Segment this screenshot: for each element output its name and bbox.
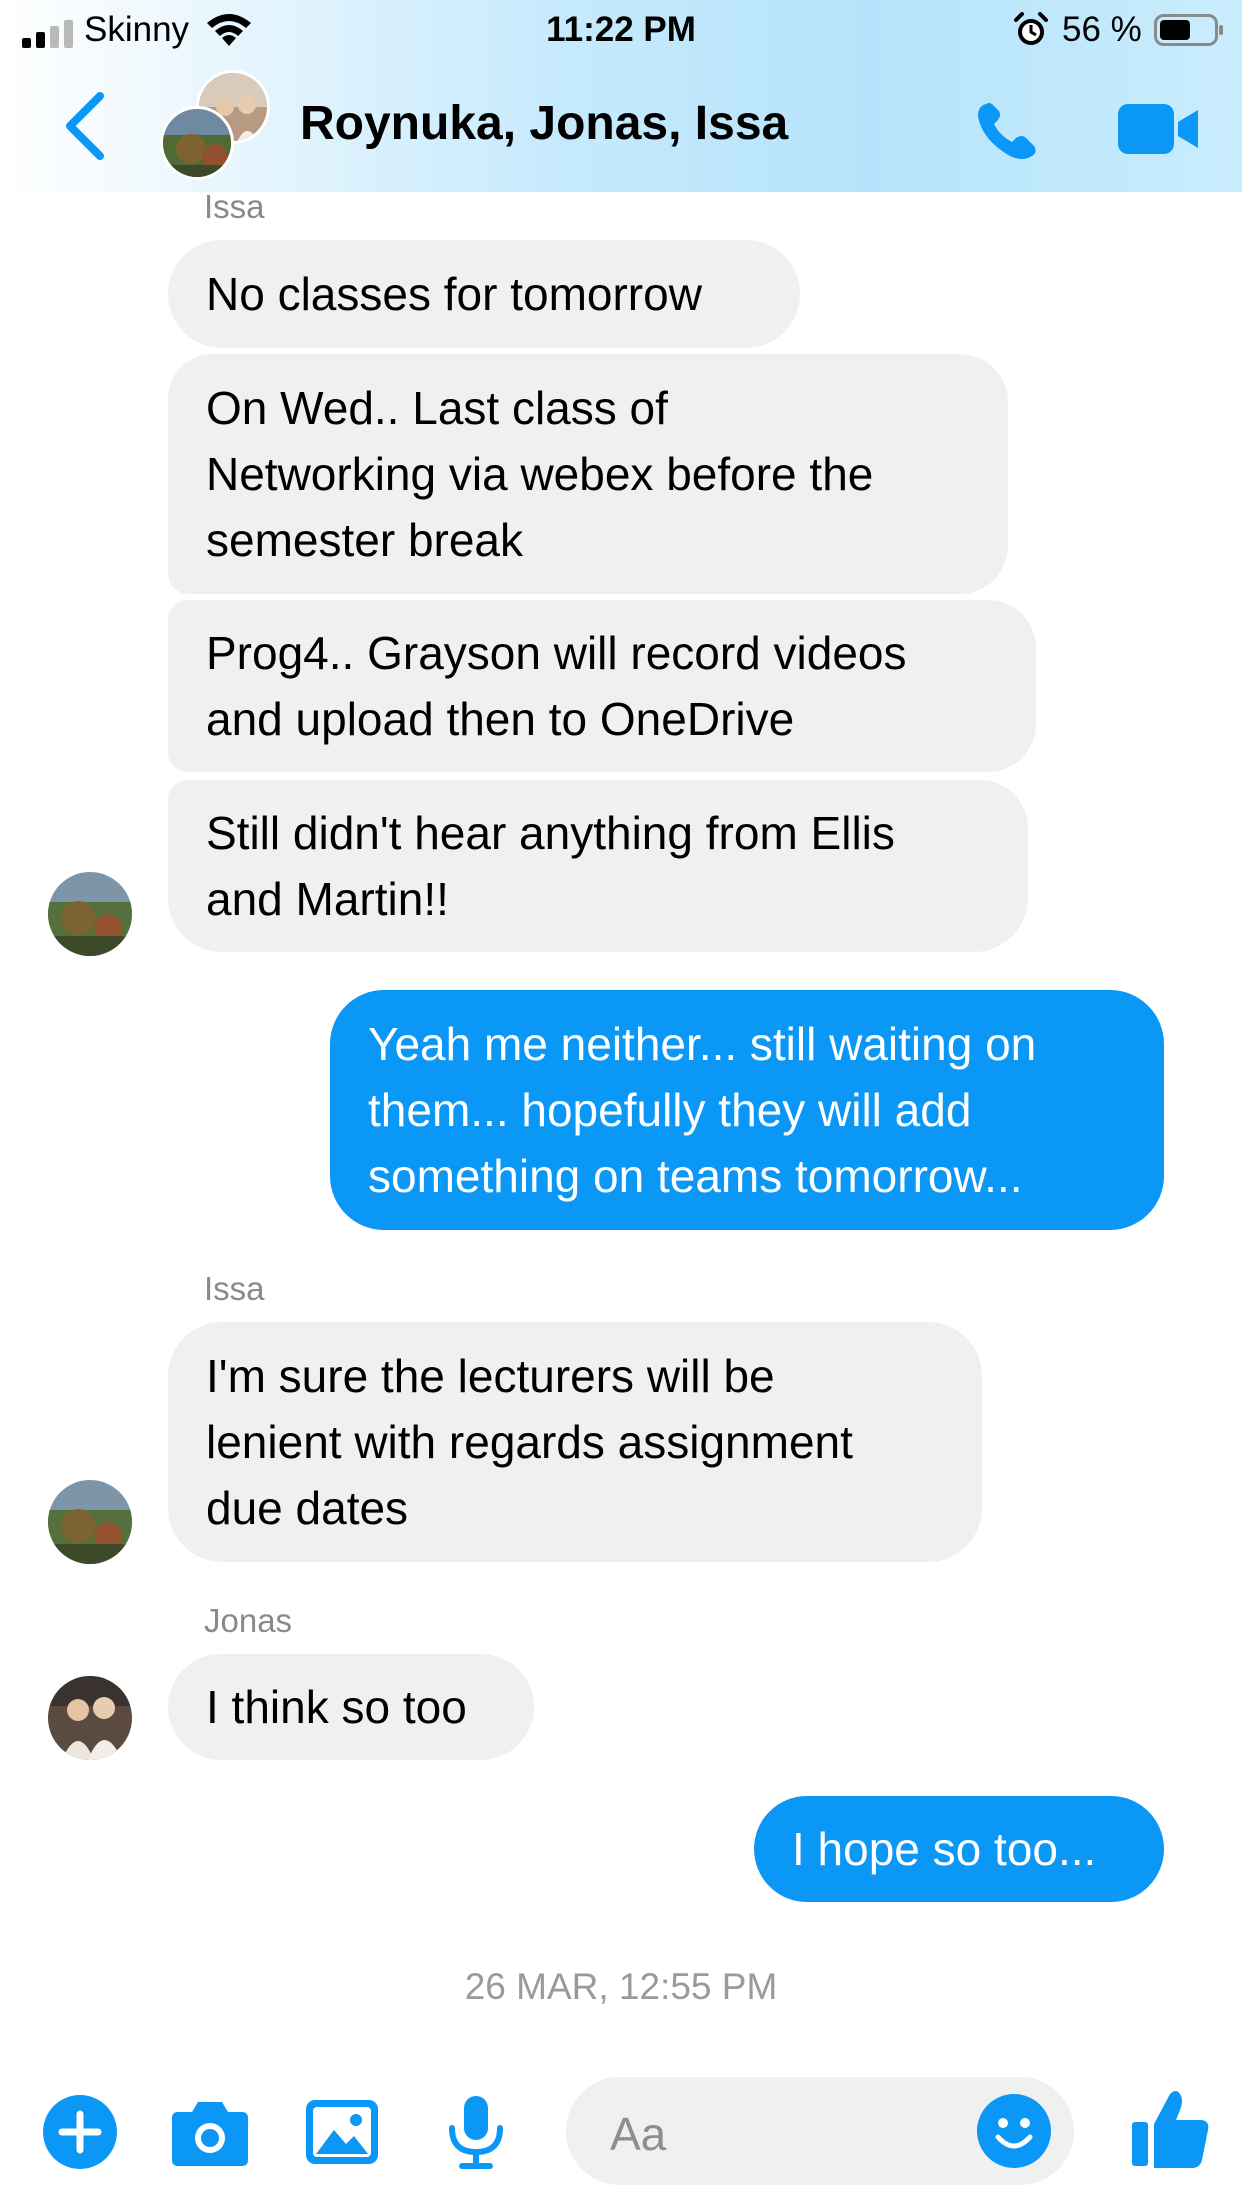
message-input[interactable]: Aa [566,2077,1074,2185]
back-chevron-icon[interactable] [62,92,106,160]
message-text: I think so too [206,1681,467,1733]
message-line: On Wed.. Last class of [206,382,668,434]
message-line: and upload then to OneDrive [206,693,795,745]
message-line: semester break [206,514,524,566]
incoming-message[interactable]: I think so too [168,1654,534,1760]
sender-name: Issa [204,188,265,225]
sender-name: Jonas [204,1602,293,1639]
phone-icon[interactable] [972,100,1044,164]
outgoing-message[interactable]: Yeah me neither... still waiting on them… [330,990,1164,1230]
conversation-header: Skinny 11:22 PM 56 % Roynuka, Jonas, Iss… [0,0,1242,192]
video-camera-icon[interactable] [1116,102,1200,156]
avatar-issa[interactable] [48,872,132,956]
status-bar: Skinny 11:22 PM 56 % [0,0,1242,62]
alarm-clock-icon [1014,12,1048,45]
incoming-message[interactable]: On Wed.. Last class of Networking via we… [168,354,1008,594]
message-line: something on teams tomorrow... [368,1150,1023,1202]
message-text: I hope so too... [792,1823,1097,1875]
message-input-placeholder: Aa [610,2108,667,2160]
plus-icon[interactable] [42,2094,118,2170]
group-avatar[interactable] [160,70,274,184]
message-line: I'm sure the lecturers will be [206,1350,775,1402]
message-text: Yeah me neither... still waiting on them… [368,1011,1036,1209]
battery-percentage: 56 % [1062,10,1142,49]
message-line: them... hopefully they will add [368,1084,972,1136]
avatar-jonas[interactable] [48,1676,132,1760]
message-line: Still didn't hear anything from Ellis [206,807,895,859]
incoming-message[interactable]: I'm sure the lecturers will be lenient w… [168,1322,982,1562]
avatar-issa [160,106,234,180]
camera-icon[interactable] [170,2094,250,2170]
outgoing-message[interactable]: I hope so too... [754,1796,1164,1902]
message-text: Still didn't hear anything from Ellis an… [206,800,895,932]
thumbs-up-icon[interactable] [1130,2088,1210,2170]
message-text: Prog4.. Grayson will record videos and u… [206,620,907,752]
sender-name: Issa [204,1270,265,1307]
microphone-icon[interactable] [444,2094,508,2170]
incoming-message[interactable]: Prog4.. Grayson will record videos and u… [168,600,1036,772]
status-time: 11:22 PM [546,10,696,49]
photo-icon[interactable] [304,2094,380,2170]
conversation-title[interactable]: Roynuka, Jonas, Issa [300,96,788,151]
message-text: On Wed.. Last class of Networking via we… [206,375,873,573]
incoming-message[interactable]: Still didn't hear anything from Ellis an… [168,780,1028,952]
emoji-icon[interactable] [976,2093,1052,2169]
battery-icon [1154,14,1223,46]
message-line: lenient with regards assignment [206,1416,853,1468]
avatar-issa[interactable] [48,1480,132,1564]
incoming-message[interactable]: No classes for tomorrow [168,240,800,348]
message-line: Networking via webex before the [206,448,874,500]
message-line: Prog4.. Grayson will record videos [206,627,907,679]
message-line: due dates [206,1482,409,1534]
message-text: I'm sure the lecturers will be lenient w… [206,1343,853,1541]
message-line: and Martin!! [206,873,449,925]
message-timestamp: 26 MAR, 12:55 PM [464,1966,778,2007]
message-line: Yeah me neither... still waiting on [368,1018,1037,1070]
message-text: No classes for tomorrow [206,268,702,320]
